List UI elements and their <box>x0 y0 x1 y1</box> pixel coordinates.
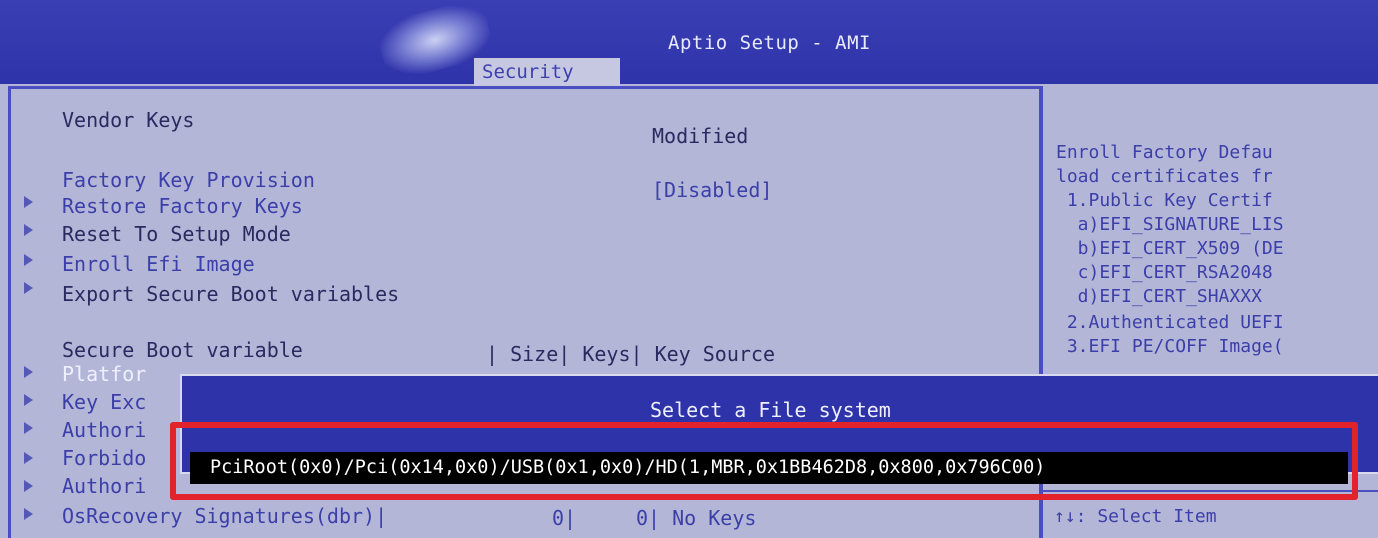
vendor-keys-value: Modified <box>652 124 749 148</box>
help-line: 3.EFI PE/COFF Image( <box>1056 336 1284 357</box>
help-line: load certificates fr <box>1056 166 1273 187</box>
submenu-arrow-icon <box>24 508 33 520</box>
submenu-arrow-icon <box>24 422 33 434</box>
factory-key-provision-label[interactable]: Factory Key Provision <box>62 168 315 192</box>
table-row[interactable]: Authori <box>62 418 146 442</box>
table-row-osrecovery-name[interactable]: OsRecovery Signatures(dbr)| <box>62 504 387 528</box>
submenu-arrow-icon <box>24 480 33 492</box>
submenu-arrow-icon <box>24 366 33 378</box>
help-line: 1.Public Key Certif <box>1056 190 1273 211</box>
table-row-osrecovery-keys: 0| No Keys <box>636 506 757 530</box>
help-line: 2.Authenticated UEFI <box>1056 312 1284 333</box>
table-row[interactable]: Forbido <box>62 446 146 470</box>
submenu-arrow-icon <box>24 254 33 266</box>
table-header-variable: Secure Boot variable <box>62 338 303 362</box>
help-line: b)EFI_CERT_X509 (DE <box>1056 238 1284 259</box>
nav-hint: ↑↓: Select Item <box>1054 506 1217 527</box>
app-title: Aptio Setup - AMI <box>668 32 871 54</box>
help-line: a)EFI_SIGNATURE_LIS <box>1056 214 1284 235</box>
table-header-columns: | Size| Keys| Key Source <box>486 342 775 366</box>
submenu-arrow-icon <box>24 282 33 294</box>
annotation-highlight-box <box>170 422 1358 500</box>
table-row-osrecovery-size: 0| <box>552 506 577 530</box>
menu-item-enroll-efi-image[interactable]: Enroll Efi Image <box>62 252 255 276</box>
help-line: Enroll Factory Defau <box>1056 142 1273 163</box>
vendor-keys-label: Vendor Keys <box>62 108 195 132</box>
table-row[interactable]: Authori <box>62 474 146 498</box>
menu-item-restore-factory-keys[interactable]: Restore Factory Keys <box>62 194 303 218</box>
submenu-arrow-icon <box>24 224 33 236</box>
submenu-arrow-icon <box>24 394 33 406</box>
bios-screen: Aptio Setup - AMI Security Vendor Keys M… <box>0 0 1378 538</box>
submenu-arrow-icon <box>24 196 33 208</box>
help-line: d)EFI_CERT_SHAXXX <box>1056 286 1262 307</box>
menu-item-reset-setup-mode[interactable]: Reset To Setup Mode <box>62 222 291 246</box>
dialog-title: Select a File system <box>650 398 891 422</box>
table-row[interactable]: Platfor <box>62 362 146 386</box>
factory-key-provision-value[interactable]: [Disabled] <box>652 178 772 202</box>
tab-security[interactable]: Security <box>474 58 620 86</box>
help-line: c)EFI_CERT_RSA2048 <box>1056 262 1273 283</box>
table-row[interactable]: Key Exc <box>62 390 146 414</box>
menu-item-export-secure-boot[interactable]: Export Secure Boot variables <box>62 282 399 306</box>
submenu-arrow-icon <box>24 452 33 464</box>
